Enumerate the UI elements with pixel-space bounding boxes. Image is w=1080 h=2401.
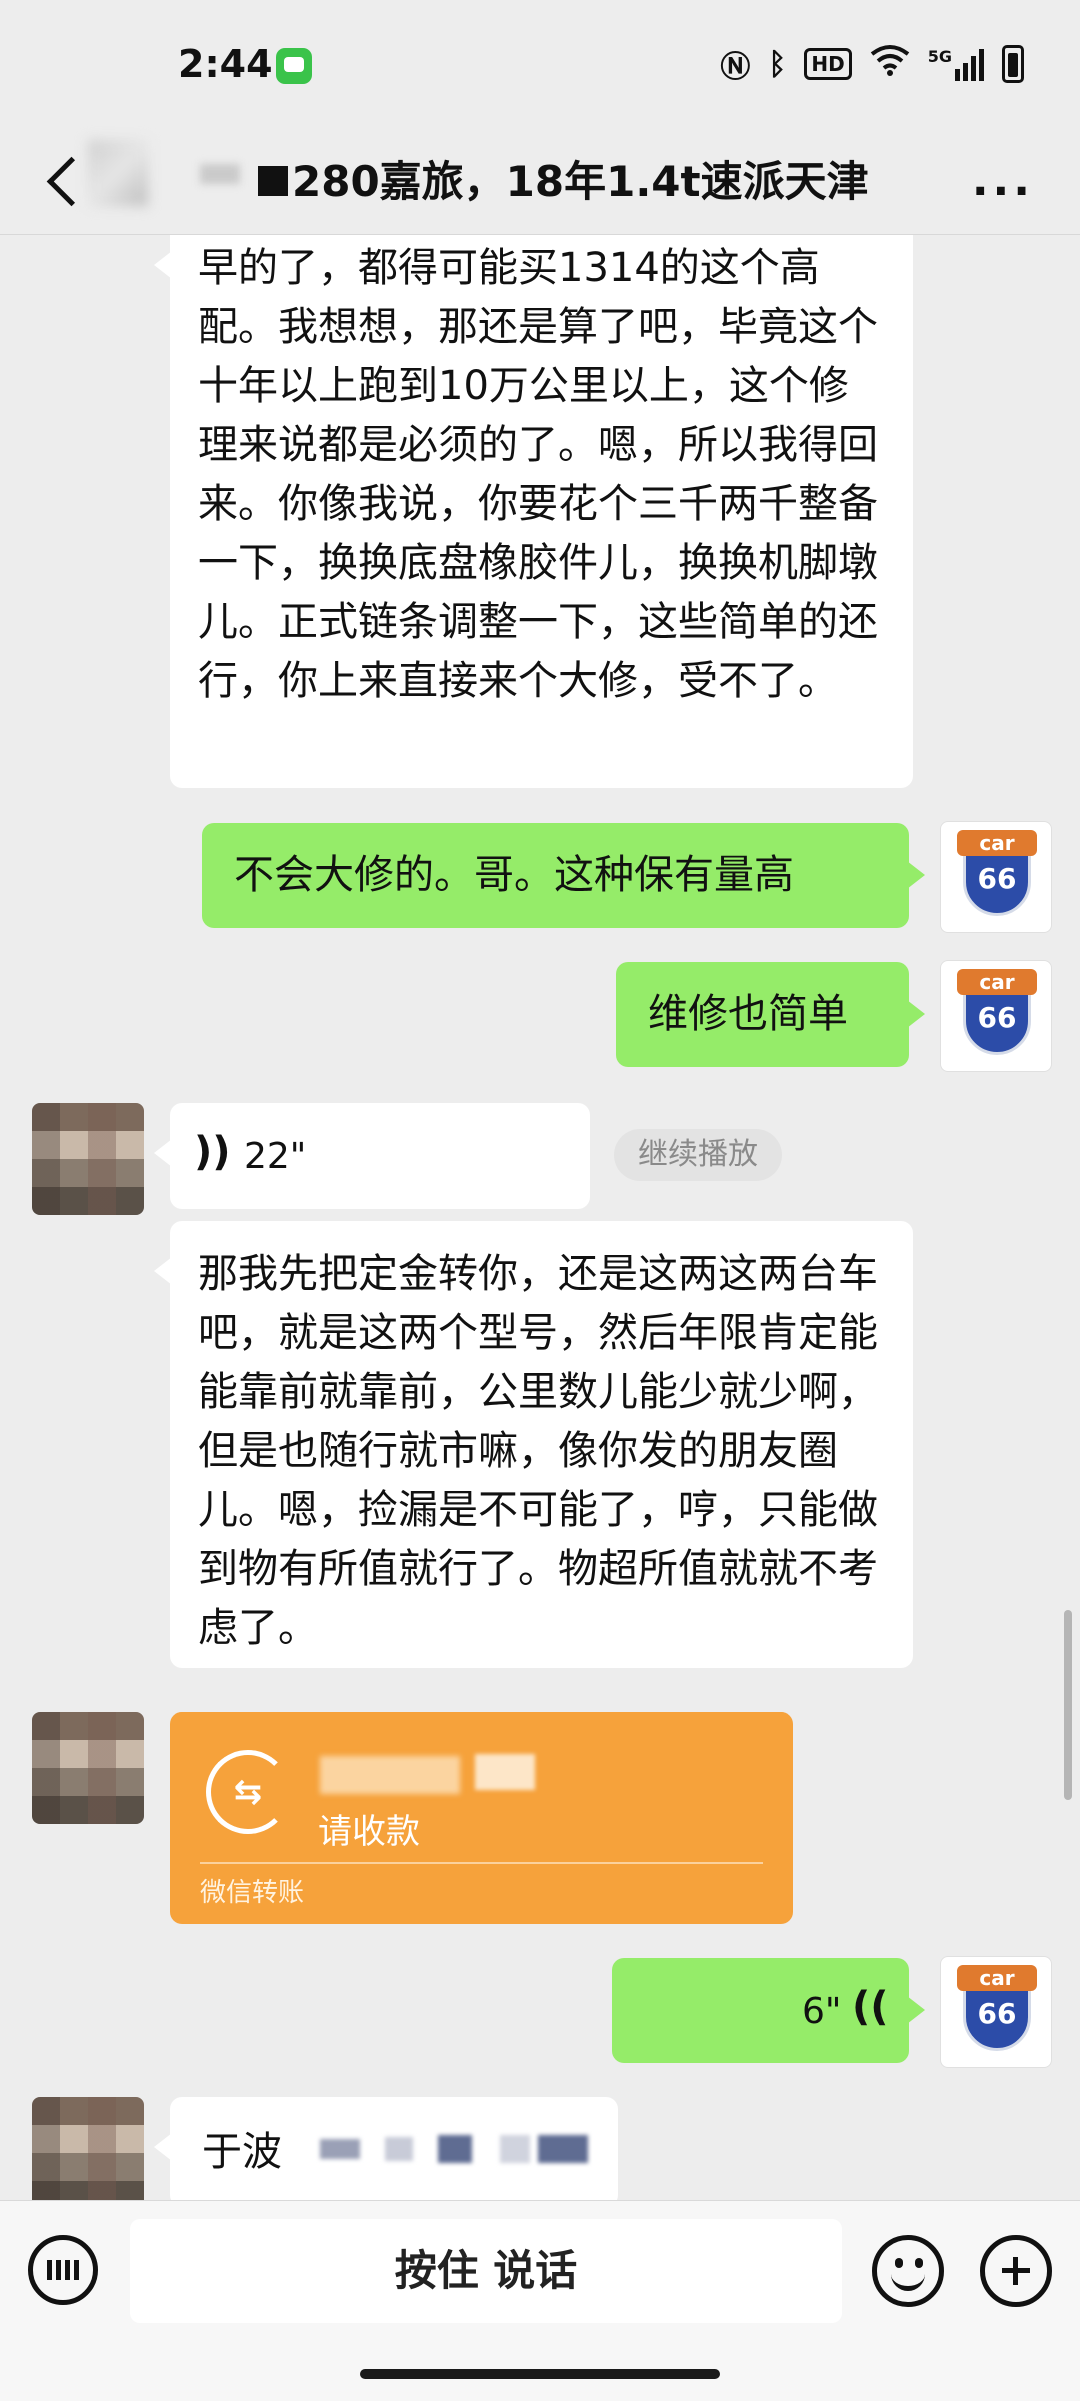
- message-bubble-incoming[interactable]: 早的了，都得可能买1314的这个高配。我想想，那还是算了吧，毕竟这个十年以上跑到…: [154, 235, 913, 788]
- message-bubble-incoming[interactable]: 于波: [154, 2097, 618, 2200]
- contact-avatar[interactable]: [32, 1712, 144, 1824]
- car-badge-number: 66: [977, 862, 1017, 895]
- redacted-text: [320, 2139, 360, 2159]
- message-bubble-outgoing[interactable]: 维修也简单: [616, 962, 925, 1067]
- signal-icon: 5G: [928, 47, 984, 81]
- message-text: 早的了，都得可能买1314的这个高配。我想想，那还是算了吧，毕竟这个十年以上跑到…: [198, 245, 878, 704]
- message-text: 维修也简单: [648, 991, 848, 1037]
- transfer-status: 请收款: [318, 1812, 420, 1852]
- message-bubble-incoming[interactable]: 那我先把定金转你，还是这两这两台车吧，就是这两个型号，然后年限肯定能能靠前就靠前…: [154, 1221, 913, 1668]
- battery-icon: [1002, 45, 1024, 83]
- network-type-label: 5G: [927, 47, 952, 66]
- blurred-region: [88, 140, 148, 206]
- scrollbar[interactable]: [1064, 1610, 1072, 1800]
- keyboard-toggle-icon[interactable]: [28, 2235, 98, 2305]
- wifi-icon: [870, 44, 910, 84]
- redacted-amount: [320, 1756, 460, 1794]
- voice-wave-icon: )): [194, 1129, 231, 1175]
- emoji-icon[interactable]: [872, 2235, 944, 2307]
- redaction-box: [258, 166, 288, 196]
- message-text: 于波: [202, 2129, 282, 2175]
- transfer-footer-label: 微信转账: [200, 1878, 305, 1908]
- bluetooth-icon: ᛒ: [768, 46, 787, 82]
- voice-duration: 22": [244, 1136, 307, 1177]
- contact-avatar[interactable]: [32, 2097, 144, 2200]
- blurred-region: [200, 164, 240, 184]
- car-badge-label: car: [957, 969, 1037, 995]
- chat-header: 280嘉旅，18年1.4t速派天津 ···: [0, 130, 1080, 235]
- input-bar: 按住 说话: [0, 2200, 1080, 2401]
- home-indicator[interactable]: [360, 2369, 720, 2379]
- nfc-icon: Ⓝ: [720, 50, 751, 85]
- redacted-text: [385, 2137, 413, 2161]
- more-actions-plus-icon[interactable]: [980, 2235, 1052, 2307]
- continue-playing-button[interactable]: 继续播放: [614, 1129, 782, 1181]
- car-badge-label: car: [957, 830, 1037, 856]
- redacted-text: [500, 2135, 530, 2163]
- transfer-card-body[interactable]: ⇆ 请收款 微信转账: [170, 1712, 793, 1924]
- wechat-notification-icon: [276, 48, 312, 84]
- voice-message-outgoing[interactable]: 6" ((: [612, 1958, 925, 2063]
- message-bubble-outgoing[interactable]: 不会大修的。哥。这种保有量高: [202, 823, 925, 928]
- redacted-text: [438, 2135, 472, 2163]
- transfer-arrows-icon: ⇆: [206, 1750, 290, 1834]
- my-avatar[interactable]: car 66: [940, 960, 1052, 1072]
- message-list[interactable]: 早的了，都得可能买1314的这个高配。我想想，那还是算了吧，毕竟这个十年以上跑到…: [0, 235, 1080, 2200]
- voice-duration: 6": [802, 1991, 842, 2032]
- status-bar: 2:44 Ⓝ ᛒ HD 5G: [0, 0, 1080, 130]
- car-badge-label: car: [957, 1965, 1037, 1991]
- redacted-amount: [475, 1754, 535, 1790]
- hd-icon: HD: [804, 48, 852, 80]
- chat-title: 280嘉旅，18年1.4t速派天津: [292, 157, 869, 206]
- redacted-text: [538, 2135, 588, 2163]
- message-text: 那我先把定金转你，还是这两这两台车吧，就是这两个型号，然后年限肯定能能靠前就靠前…: [198, 1251, 878, 1651]
- car-badge-number: 66: [977, 1997, 1017, 2030]
- my-avatar[interactable]: car 66: [940, 1956, 1052, 2068]
- more-options-button[interactable]: ···: [972, 166, 1034, 217]
- my-avatar[interactable]: car 66: [940, 821, 1052, 933]
- voice-wave-icon: ((: [852, 1984, 889, 2030]
- contact-avatar[interactable]: [32, 1103, 144, 1215]
- divider: [200, 1862, 763, 1864]
- status-time: 2:44: [178, 42, 273, 86]
- message-text: 不会大修的。哥。这种保有量高: [234, 852, 794, 898]
- car-badge-number: 66: [977, 1001, 1017, 1034]
- status-icons: Ⓝ ᛒ HD 5G: [720, 42, 1024, 86]
- voice-message-incoming[interactable]: )) 22": [154, 1103, 590, 1209]
- hold-to-talk-button[interactable]: 按住 说话: [130, 2219, 842, 2323]
